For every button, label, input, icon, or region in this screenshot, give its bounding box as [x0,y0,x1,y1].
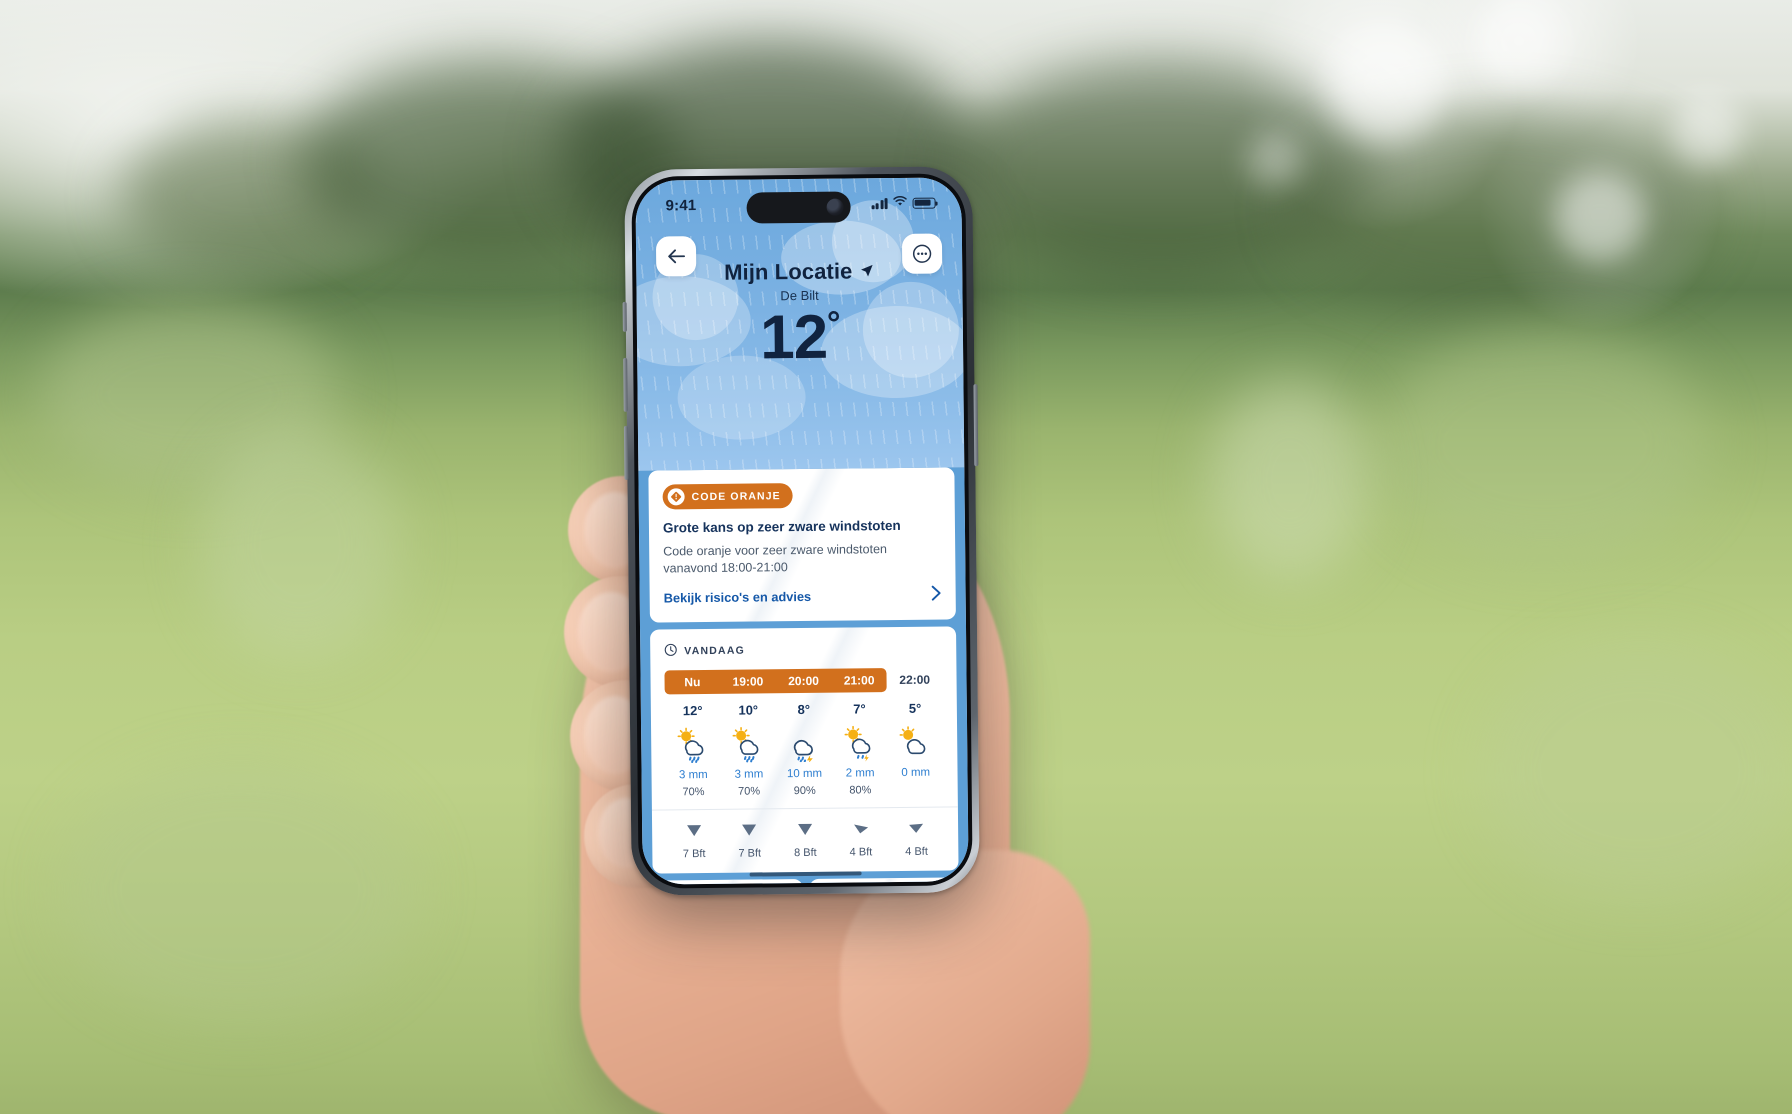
cloud-rain-lightning-icon [776,725,832,764]
cellular-signal-icon [871,197,888,209]
warning-link-label: Bekijk risico's en advies [663,589,812,606]
volume-down-button[interactable] [623,425,629,480]
hourly-forecast[interactable]: Nu 19:00 20:00 21:00 22:00 12° 10° 8° 7° [651,667,958,860]
content-sheet: CODE ORANJE Grote kans op zeer zware win… [638,467,969,885]
tab-zonsopkomst[interactable]: ZONSOPKOMST [809,877,960,885]
hour-time[interactable]: 19:00 [720,669,776,694]
more-options-button[interactable] [901,233,943,274]
status-time: 9:41 [665,196,697,214]
temperature-value: 12 [759,302,828,373]
location-subtitle: De Bilt [780,287,819,304]
wind-value: 4 Bft [905,845,928,858]
hour-chance: 90% [793,784,816,797]
wind-arrow-icon [722,819,778,842]
sun-cloud-rain-icon [832,724,888,763]
hour-time[interactable]: 20:00 [776,669,832,694]
wind-value: 7 Bft [682,847,706,861]
volume-up-button[interactable] [623,357,628,412]
clock-icon [664,643,677,659]
wifi-icon [892,194,907,212]
back-arrow-icon [667,248,686,264]
sun-cloud-rain-icon [721,725,777,764]
degree-symbol: ° [826,304,840,343]
wind-arrow-icon [666,820,722,843]
silent-switch[interactable] [622,301,627,332]
hour-temp: 10° [738,702,759,718]
status-badge: CODE ORANJE [662,483,793,510]
hour-precip: 0 mm [901,766,931,779]
power-button[interactable] [973,384,979,467]
hour-precip: 10 mm [786,767,823,781]
hour-time-row: Nu 19:00 20:00 21:00 22:00 [664,667,942,694]
warning-body: Code oranje voor zeer zware windstoten v… [663,541,888,576]
warning-diamond-icon [667,488,685,506]
hour-temp: 12° [682,702,703,719]
hour-chance [888,778,944,796]
wind-row: 7 Bft 7 Bft 8 Bft 4 Bft 4 Bft [666,807,945,860]
today-card-header: VANDAAG [664,640,942,659]
battery-icon [912,197,936,209]
hour-chance: 70% [682,785,705,799]
hour-time[interactable]: 22:00 [887,667,943,692]
hour-temp: 5° [908,700,922,716]
hour-time[interactable]: Nu [664,670,720,695]
weather-warning-card[interactable]: CODE ORANJE Grote kans op zeer zware win… [648,467,956,623]
hour-time[interactable]: 21:00 [831,668,887,693]
bottom-tab-bar: ZONKRACHT ZONSOPKOMST [652,877,960,885]
hour-chance: 80% [849,784,872,797]
hour-precip: 3 mm [678,768,708,782]
more-options-icon [911,243,933,265]
hour-precip: 3 mm [734,768,764,781]
warning-link-row[interactable]: Bekijk risico's en advies [664,584,942,609]
wind-arrow-icon [833,818,889,841]
sun-cloud-icon [887,723,943,762]
screenshot-scene: 9:41 Mijn Locatie De Bilt 12° CODE ORANJ… [0,0,1792,1114]
wind-value: 7 Bft [738,847,762,860]
wind-arrow-icon [888,817,944,840]
hour-temp: 8° [797,701,811,717]
wind-value: 8 Bft [793,846,817,859]
hour-chance: 70% [738,785,761,798]
weather-hero: 9:41 Mijn Locatie De Bilt 12° [635,177,965,471]
today-forecast-card: VANDAAG Nu 19:00 20:00 21:00 22:00 12° 1… [650,626,959,874]
today-card-label: VANDAAG [684,644,746,658]
dynamic-island [746,191,851,224]
warning-title: Grote kans op zeer zware windstoten [662,517,901,536]
smartphone-device: 9:41 Mijn Locatie De Bilt 12° CODE ORANJ… [622,166,980,896]
current-temperature: 12° [760,303,840,373]
badge-label: CODE ORANJE [691,489,781,503]
front-camera-icon [826,198,844,216]
phone-screen: 9:41 Mijn Locatie De Bilt 12° CODE ORANJ… [635,177,969,885]
back-button[interactable] [655,236,697,277]
wind-value: 4 Bft [849,846,873,859]
chevron-right-icon [931,584,942,606]
wind-arrow-icon [777,819,833,842]
hour-temp: 7° [853,701,866,717]
sun-cloud-rain-icon [665,726,721,765]
hour-precip: 2 mm [845,767,875,780]
tab-zonkracht[interactable]: ZONKRACHT [652,878,803,885]
